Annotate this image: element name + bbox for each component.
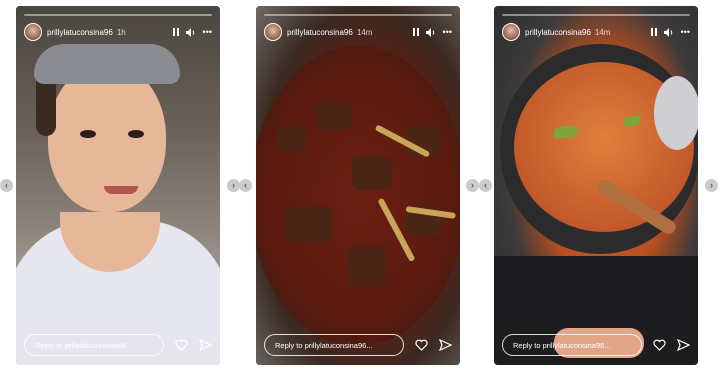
leaf xyxy=(624,116,640,126)
heart-icon[interactable] xyxy=(652,338,666,352)
meat-piece xyxy=(286,206,332,242)
heart-icon[interactable] xyxy=(174,338,188,352)
story-card-1[interactable]: prillylatuconsina96 1h ••• Reply to pril… xyxy=(16,6,220,365)
timestamp: 1h xyxy=(116,27,126,37)
more-icon[interactable]: ••• xyxy=(203,27,212,37)
chevron-right-icon[interactable]: › xyxy=(466,179,479,192)
headband xyxy=(34,44,180,84)
send-icon[interactable] xyxy=(676,338,690,352)
reply-input[interactable]: Reply to prillylatuconsina96... xyxy=(24,334,164,356)
story-card-3[interactable]: prillylatuconsina96 14m ••• Reply to pri… xyxy=(494,6,698,365)
story-progress-bar xyxy=(24,14,212,16)
avatar[interactable] xyxy=(264,23,282,41)
meat-piece xyxy=(352,156,392,190)
timestamp: 14m xyxy=(594,27,611,37)
pause-icon[interactable] xyxy=(172,28,179,36)
speaker-icon[interactable] xyxy=(663,27,674,37)
story-header: prillylatuconsina96 1h ••• xyxy=(24,22,212,42)
mouth xyxy=(104,186,138,194)
timestamp: 14m xyxy=(356,27,373,37)
send-icon[interactable] xyxy=(438,338,452,352)
meat-piece xyxy=(276,126,306,152)
story-footer: Reply to prillylatuconsina96... xyxy=(502,333,690,357)
chevron-left-icon[interactable]: ‹ xyxy=(0,179,13,192)
cooking-pot xyxy=(256,46,460,346)
avatar[interactable] xyxy=(502,23,520,41)
pause-icon[interactable] xyxy=(412,28,419,36)
chevron-left-icon[interactable]: ‹ xyxy=(239,179,252,192)
story-footer: Reply to prillylatuconsina96... xyxy=(264,333,452,357)
meat-piece xyxy=(348,246,386,286)
pause-icon[interactable] xyxy=(650,28,657,36)
story-header: prillylatuconsina96 14m ••• xyxy=(264,22,452,42)
more-icon[interactable]: ••• xyxy=(681,27,690,37)
eye-right xyxy=(128,130,144,138)
story-progress-bar xyxy=(264,14,452,16)
send-icon[interactable] xyxy=(198,338,212,352)
story-header: prillylatuconsina96 14m ••• xyxy=(502,22,690,42)
reply-input[interactable]: Reply to prillylatuconsina96... xyxy=(264,334,404,356)
story-photo-rendang-pot xyxy=(256,6,460,365)
chevron-left-icon[interactable]: ‹ xyxy=(479,179,492,192)
heart-icon[interactable] xyxy=(414,338,428,352)
story-footer: Reply to prillylatuconsina96... xyxy=(24,333,212,357)
avatar[interactable] xyxy=(24,23,42,41)
speaker-icon[interactable] xyxy=(185,27,196,37)
story-photo-rendang-pan xyxy=(494,6,698,365)
username[interactable]: prillylatuconsina96 xyxy=(47,28,113,37)
story-viewer: prillylatuconsina96 1h ••• Reply to pril… xyxy=(0,0,720,371)
ladle xyxy=(654,76,698,150)
chevron-right-icon[interactable]: › xyxy=(705,179,718,192)
speaker-icon[interactable] xyxy=(425,27,436,37)
story-card-2[interactable]: prillylatuconsina96 14m ••• Reply to pri… xyxy=(256,6,460,365)
story-photo-selfie xyxy=(16,6,220,365)
username[interactable]: prillylatuconsina96 xyxy=(525,28,591,37)
eye-left xyxy=(80,130,96,138)
reply-input[interactable]: Reply to prillylatuconsina96... xyxy=(502,334,642,356)
more-icon[interactable]: ••• xyxy=(443,27,452,37)
story-progress-bar xyxy=(502,14,690,16)
username[interactable]: prillylatuconsina96 xyxy=(287,28,353,37)
meat-piece xyxy=(316,102,352,130)
leaf xyxy=(554,126,578,138)
